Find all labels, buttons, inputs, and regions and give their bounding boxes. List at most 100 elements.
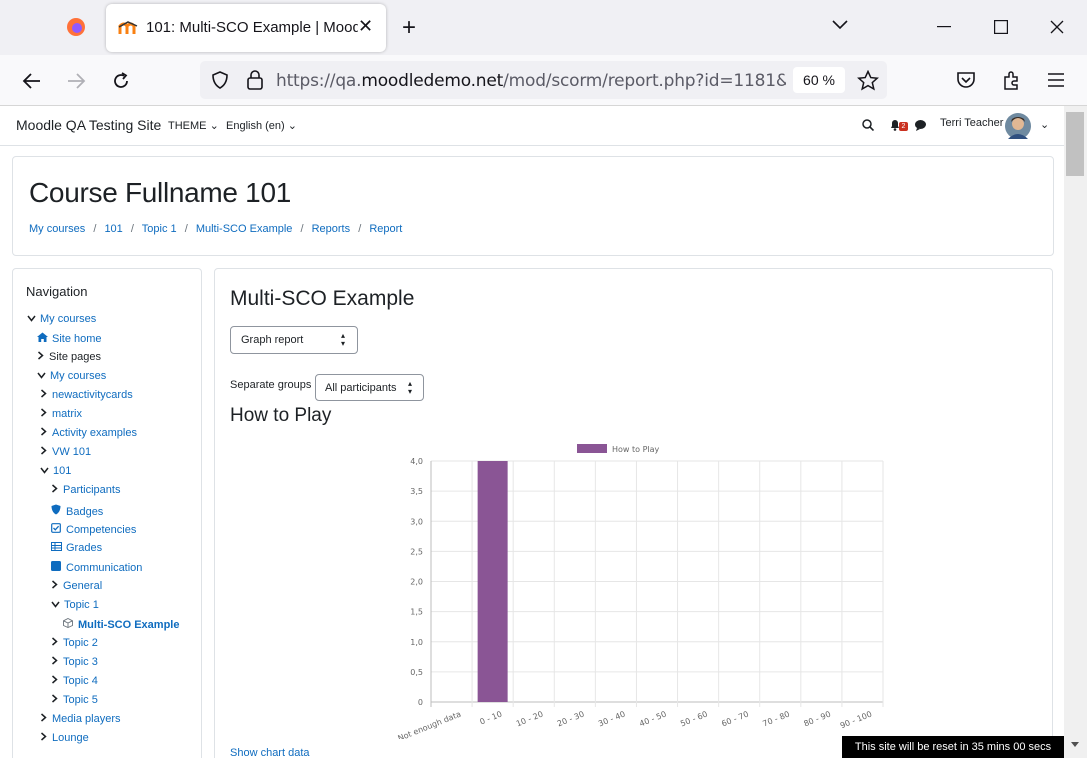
chevron-right-icon[interactable] (51, 675, 63, 687)
breadcrumb-activity[interactable]: Multi-SCO Example (196, 223, 293, 235)
reload-icon[interactable] (111, 71, 131, 91)
groups-value: All participants (325, 382, 397, 394)
nav-item-topic-3[interactable]: Topic 3 (51, 656, 98, 668)
chevron-right-icon[interactable] (40, 408, 52, 420)
chevron-right-icon[interactable] (40, 713, 52, 725)
nav-item-my-courses[interactable]: My courses (27, 313, 96, 325)
chevron-down-icon[interactable] (27, 313, 40, 325)
nav-item-site-pages[interactable]: Site pages (37, 351, 101, 363)
scroll-down-arrow-icon[interactable] (1070, 741, 1080, 749)
zoom-level-button[interactable]: 60 % (793, 67, 845, 93)
nav-item-site-home[interactable]: Site home (37, 332, 102, 345)
page-scrollbar[interactable] (1064, 106, 1087, 758)
breadcrumb-topic[interactable]: Topic 1 (142, 223, 177, 235)
nav-item-label: VW 101 (52, 446, 92, 459)
nav-item-matrix[interactable]: matrix (40, 408, 82, 420)
pocket-icon[interactable] (956, 71, 976, 90)
site-name-link[interactable]: Moodle QA Testing Site (16, 117, 161, 133)
tab-list-chevron-icon[interactable] (832, 20, 848, 30)
url-text[interactable]: https://qa.moodledemo.net/mod/scorm/repo… (276, 71, 786, 91)
firefox-icon[interactable] (66, 17, 86, 37)
chevron-right-icon[interactable] (51, 637, 63, 649)
theme-menu[interactable]: THEME ⌄ (168, 119, 219, 132)
breadcrumb-course[interactable]: 101 (104, 223, 122, 235)
extensions-puzzle-icon[interactable] (1001, 69, 1023, 91)
report-type-select[interactable]: Graph report ▴ ▾ (230, 326, 358, 354)
minimize-icon[interactable] (937, 26, 951, 28)
nav-item-label: Lounge (52, 732, 89, 745)
nav-item-general[interactable]: General (51, 580, 102, 592)
breadcrumb-separator: / (130, 223, 134, 235)
nav-item-competencies[interactable]: Competencies (51, 522, 136, 536)
nav-item-topic-4[interactable]: Topic 4 (51, 675, 98, 687)
nav-item-label: 101 (53, 465, 72, 478)
nav-item-label: Site pages (49, 351, 101, 364)
tab-close-icon[interactable]: ✕ (358, 16, 373, 37)
nav-item-topic-1[interactable]: Topic 1 (51, 599, 99, 611)
language-menu[interactable]: English (en) ⌄ (226, 119, 297, 132)
navigation-tree: My courses Site home Site pages My courses n… (13, 269, 203, 758)
chevron-right-icon[interactable] (51, 694, 63, 706)
nav-item-participants[interactable]: Participants (51, 484, 120, 496)
breadcrumb-my-courses[interactable]: My courses (29, 223, 85, 235)
chevron-right-icon[interactable] (40, 389, 52, 401)
nav-item-label: Site home (52, 333, 102, 346)
nav-item-communication[interactable]: Communication (51, 560, 143, 574)
chart-x-ticks: Not enough data 0 - 10 10 - 20 20 - 30 30 - … (397, 709, 874, 739)
user-avatar[interactable] (1005, 113, 1031, 139)
active-tab[interactable]: 101: Multi-SCO Example | Moodle ✕ (106, 4, 386, 52)
forward-arrow-icon[interactable] (66, 72, 86, 90)
back-arrow-icon[interactable] (22, 72, 42, 90)
chevron-right-icon[interactable] (51, 484, 63, 496)
nav-item-vw-101[interactable]: VW 101 (40, 446, 91, 458)
chevron-right-icon[interactable] (51, 580, 63, 592)
chevron-right-icon[interactable] (37, 351, 49, 363)
legend-swatch (577, 444, 607, 453)
select-arrows-icon: ▴ ▾ (408, 379, 413, 396)
breadcrumb-reports[interactable]: Reports (312, 223, 351, 235)
show-chart-data-link[interactable]: Show chart data (230, 747, 310, 758)
padlock-icon[interactable] (246, 69, 264, 91)
chevron-down-icon[interactable] (51, 599, 64, 611)
nav-item-my-courses[interactable]: My courses (37, 370, 106, 382)
bookmark-star-icon[interactable] (857, 70, 879, 91)
window-close-icon[interactable] (1050, 20, 1064, 34)
x-tick-label: 20 - 30 (556, 710, 586, 729)
chevron-down-icon[interactable] (37, 370, 50, 382)
chevron-right-icon[interactable] (40, 427, 52, 439)
x-tick-label: 90 - 100 (839, 710, 873, 731)
chevron-down-icon[interactable] (40, 465, 53, 477)
nav-item-lounge[interactable]: Lounge (40, 732, 89, 744)
nav-item-topic-5[interactable]: Topic 5 (51, 694, 98, 706)
nav-item-activity-examples[interactable]: Activity examples (40, 427, 137, 439)
nav-item-grades[interactable]: Grades (51, 541, 102, 554)
messages-chat-icon[interactable] (914, 119, 927, 131)
chevron-right-icon[interactable] (40, 732, 52, 744)
chevron-right-icon[interactable] (40, 446, 52, 458)
search-icon[interactable] (862, 119, 874, 131)
hamburger-menu-icon[interactable] (1047, 73, 1065, 87)
user-name[interactable]: Terri Teacher (940, 117, 1003, 129)
nav-item-label: My courses (40, 313, 97, 325)
shield-tracking-icon[interactable] (210, 70, 230, 90)
x-tick-label: 40 - 50 (638, 710, 668, 729)
chevron-down-icon: ⌄ (287, 120, 297, 132)
nav-item-newactivitycards[interactable]: newactivitycards (40, 389, 133, 401)
nav-item-topic-2[interactable]: Topic 2 (51, 637, 98, 649)
chevron-right-icon[interactable] (51, 656, 63, 668)
groups-select[interactable]: All participants ▴ ▾ (315, 374, 424, 401)
user-menu-chevron-icon[interactable]: ⌄ (1040, 118, 1049, 131)
maximize-icon[interactable] (994, 20, 1008, 34)
nav-item-multi-sco-example[interactable]: Multi-SCO Example (63, 617, 179, 631)
nav-item-label: newactivitycards (52, 389, 133, 402)
browser-tab-bar: 101: Multi-SCO Example | Moodle ✕ + (0, 0, 1087, 55)
nav-item-label: Activity examples (52, 427, 137, 440)
nav-item-label: Communication (66, 561, 143, 574)
nav-item-101[interactable]: 101 (40, 465, 71, 477)
nav-item-media-players[interactable]: Media players (40, 713, 120, 725)
x-tick-label: 10 - 20 (515, 710, 545, 729)
breadcrumb-report[interactable]: Report (369, 223, 402, 235)
nav-item-badges[interactable]: Badges (51, 504, 103, 518)
new-tab-icon[interactable]: + (402, 14, 416, 42)
scrollbar-thumb[interactable] (1066, 112, 1084, 176)
